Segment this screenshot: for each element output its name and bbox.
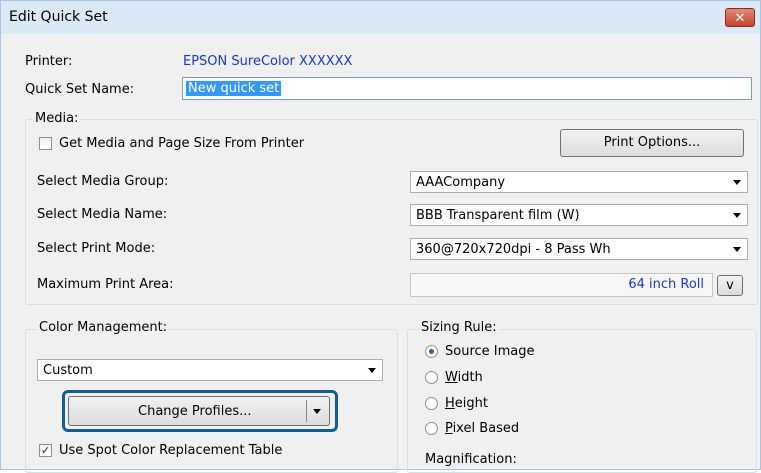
printer-value: EPSON SureColor XXXXXX [183,54,353,69]
height-radio[interactable] [425,397,438,410]
print-options-button[interactable]: Print Options... [560,129,744,157]
chevron-down-icon [733,213,741,218]
width-label: Width [445,370,483,385]
chevron-down-icon [733,247,741,252]
sizing-rule-label: Sizing Rule: [419,320,499,335]
media-group-select[interactable]: AAACompany [410,171,748,193]
edit-quick-set-dialog: Edit Quick Set ✕ Printer: EPSON SureColo… [0,0,761,473]
print-mode-select-value: 360@720x720dpi - 8 Pass Wh [416,242,611,257]
media-name-select-label: Select Media Name: [37,207,168,222]
media-group-select-value: AAACompany [416,175,506,190]
print-mode-select[interactable]: 360@720x720dpi - 8 Pass Wh [410,238,748,260]
media-group-select-label: Select Media Group: [37,174,169,189]
print-mode-select-label: Select Print Mode: [37,241,156,256]
change-profiles-button[interactable]: Change Profiles... [68,396,330,426]
height-label: Height [445,396,488,411]
max-print-area-field: 64 inch Roll [410,273,713,297]
split-divider [306,400,307,422]
chevron-down-icon[interactable] [313,409,321,414]
quick-set-name-value: New quick set [186,81,282,96]
color-management-select[interactable]: Custom [37,359,383,381]
get-media-label: Get Media and Page Size From Printer [59,136,305,151]
source-image-label: Source Image [445,344,535,359]
printer-label: Printer: [25,54,73,69]
quick-set-name-input[interactable]: New quick set [182,77,752,100]
spot-color-label: Use Spot Color Replacement Table [59,443,283,458]
media-name-select[interactable]: BBB Transparent film (W) [410,204,748,226]
get-media-checkbox[interactable] [39,137,52,150]
title-bar: Edit Quick Set ✕ [1,1,760,34]
media-group-label: Media: [33,111,81,126]
color-management-label: Color Management: [37,320,170,335]
spot-color-checkbox[interactable]: ✓ [39,444,52,457]
radio-selected-dot [429,349,434,354]
chevron-down-icon [733,180,741,185]
chevron-down-icon [368,368,376,373]
max-print-area-value: 64 inch Roll [628,277,704,292]
max-print-area-label: Maximum Print Area: [37,277,174,292]
pixel-based-label: Pixel Based [445,421,520,436]
close-icon[interactable]: ✕ [725,8,755,27]
max-area-dropdown-button[interactable]: v [717,275,743,296]
magnification-label: Magnification: [425,452,517,467]
change-profiles-label: Change Profiles... [138,404,252,419]
window-title: Edit Quick Set [9,9,108,25]
quick-set-name-label: Quick Set Name: [25,82,135,97]
pixel-based-radio[interactable] [425,422,438,435]
source-image-radio[interactable] [425,345,438,358]
media-name-select-value: BBB Transparent film (W) [416,208,580,223]
width-radio[interactable] [425,371,438,384]
color-management-select-value: Custom [43,363,93,378]
